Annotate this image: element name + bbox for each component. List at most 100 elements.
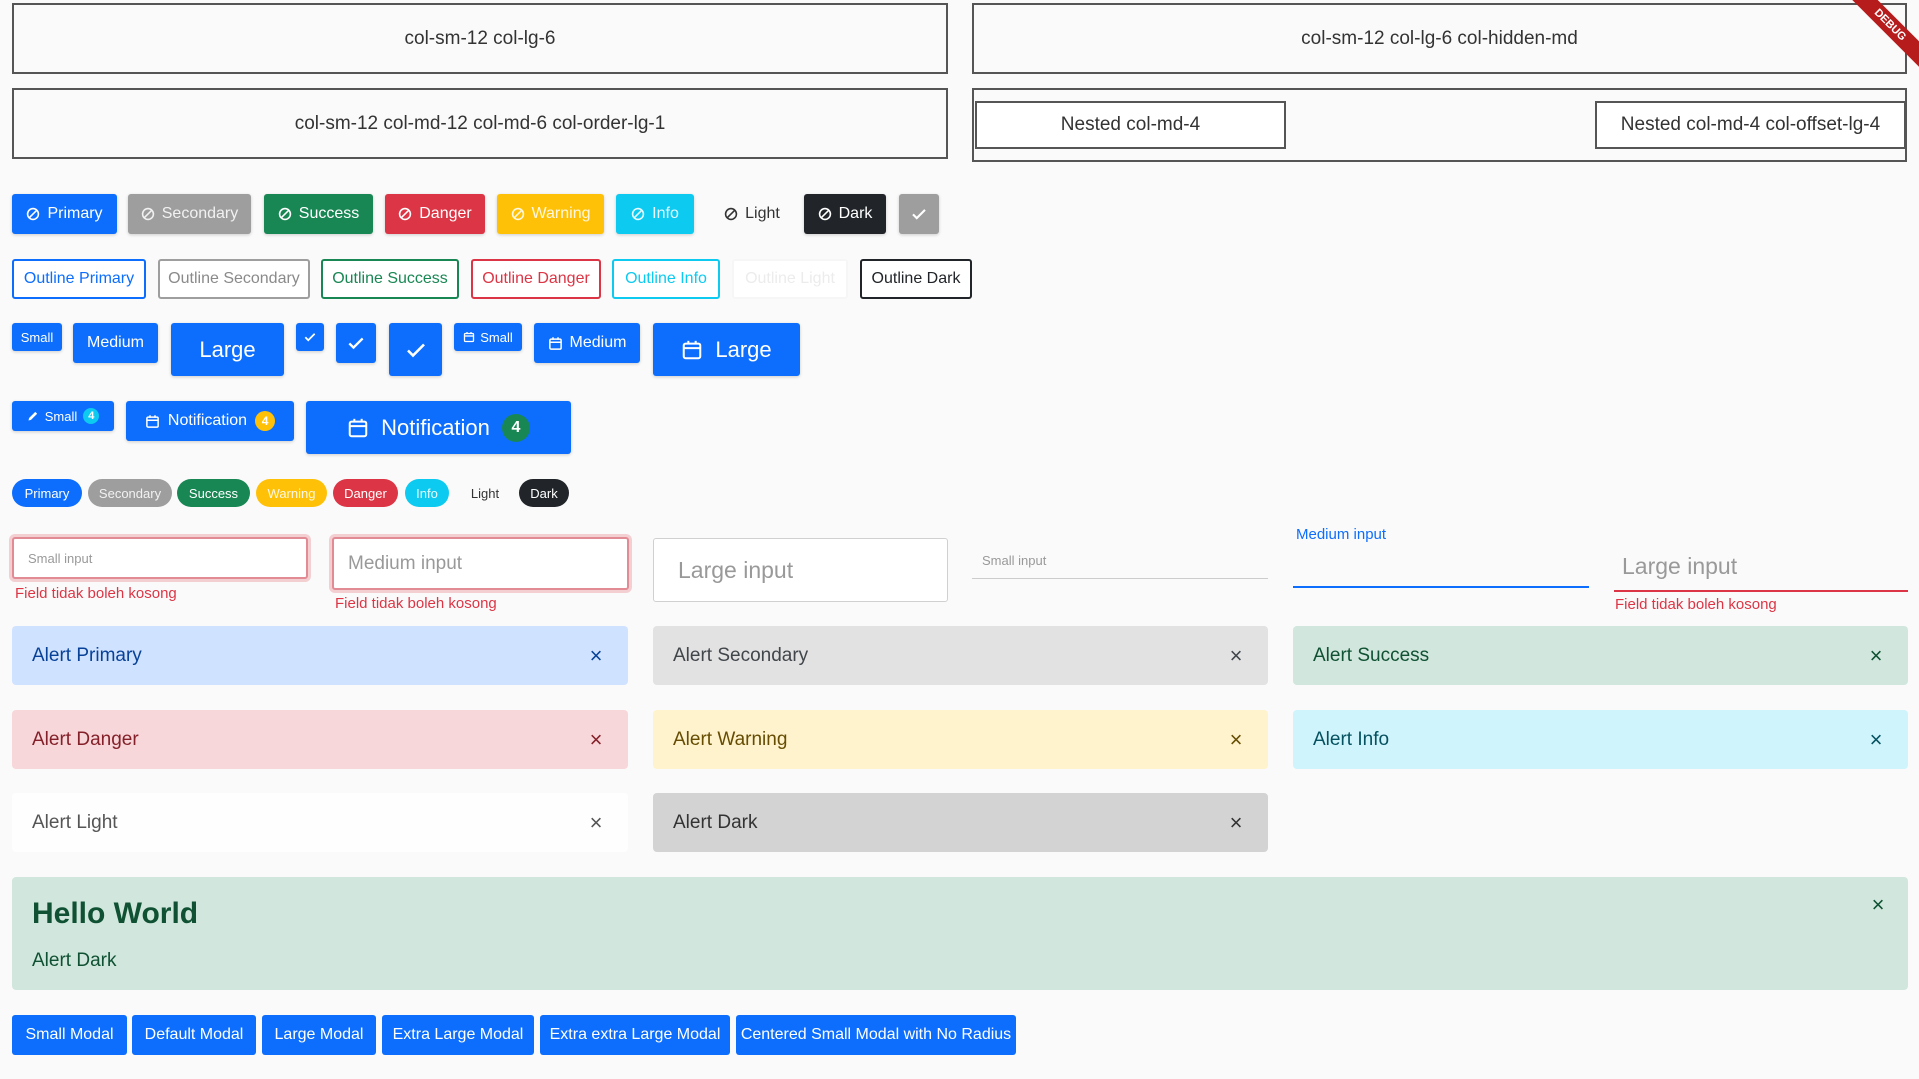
small-calendar-button-label: Small (480, 329, 513, 345)
block-icon (27, 207, 40, 221)
danger-button[interactable]: Danger (385, 194, 485, 234)
grid-box-col-lg-6: col-sm-12 col-lg-6 (12, 3, 948, 74)
large-calendar-button-label: Large (715, 336, 772, 362)
debug-banner: DEBUG (1839, 0, 1919, 80)
light-button[interactable]: Light (710, 194, 794, 234)
badge-info[interactable]: Info (405, 479, 449, 507)
grid-box-col-order-lg-1: col-sm-12 col-md-12 col-md-6 col-order-l… (12, 88, 948, 159)
pencil-icon (28, 411, 37, 421)
medium-notification-label: Notification (167, 412, 248, 429)
badge-danger[interactable]: Danger (333, 479, 398, 507)
success-button[interactable]: Success (264, 194, 373, 234)
medium-button[interactable]: Medium (73, 323, 158, 363)
medium-notification-button[interactable]: Notification 4 (126, 401, 294, 441)
extra-extra-large-modal-button[interactable]: Extra extra Large Modal (540, 1015, 730, 1055)
check-icon (406, 343, 425, 357)
info-button[interactable]: Info (616, 194, 694, 234)
outline-danger-button[interactable]: Outline Danger (471, 259, 601, 299)
grid-box-label: col-sm-12 col-lg-6 (404, 27, 556, 49)
large-check-button[interactable] (389, 323, 442, 376)
default-modal-button[interactable]: Default Modal (132, 1015, 256, 1055)
close-icon[interactable]: × (1864, 643, 1888, 668)
small-button[interactable]: Small (12, 323, 62, 351)
badge-warning[interactable]: Warning (256, 479, 327, 507)
block-icon (399, 207, 412, 221)
outline-dark-button[interactable]: Outline Dark (860, 259, 972, 299)
large-modal-button[interactable]: Large Modal (262, 1015, 376, 1055)
notification-count-badge: 4 (83, 408, 100, 424)
close-icon[interactable]: × (1224, 643, 1248, 668)
badge-secondary[interactable]: Secondary (88, 479, 172, 507)
medium-input-error: Field tidak boleh kosong (335, 595, 497, 612)
alert-info-text: Alert Info (1313, 728, 1390, 750)
small-check-button[interactable] (296, 323, 324, 351)
close-icon[interactable]: × (584, 810, 608, 835)
medium-input-field[interactable] (332, 537, 629, 590)
close-icon[interactable]: × (1866, 892, 1890, 917)
close-icon[interactable]: × (584, 727, 608, 752)
outline-info-button[interactable]: Outline Info (612, 259, 720, 299)
small-modal-button[interactable]: Small Modal (12, 1015, 127, 1055)
outline-light-button[interactable]: Outline Light (732, 259, 848, 299)
large-underline-input[interactable] (1614, 542, 1908, 592)
secondary-check-button[interactable] (899, 194, 939, 234)
close-icon[interactable]: × (1224, 727, 1248, 752)
alert-heading: Hello World (32, 897, 199, 930)
large-input-error: Field tidak boleh kosong (1615, 596, 1777, 613)
centered-small-modal-button[interactable]: Centered Small Modal with No Radius (736, 1015, 1016, 1055)
large-calendar-button[interactable]: Large (653, 323, 800, 376)
close-icon[interactable]: × (1224, 810, 1248, 835)
alert-secondary-text: Alert Secondary (673, 644, 809, 666)
grid-box-col-hidden-md: col-sm-12 col-lg-6 col-hidden-md (972, 3, 1907, 74)
secondary-button[interactable]: Secondary (128, 194, 251, 234)
badge-primary[interactable]: Primary (12, 479, 82, 507)
grid-box-label: col-sm-12 col-lg-6 col-hidden-md (1301, 27, 1578, 49)
dark-button[interactable]: Dark (804, 194, 886, 234)
small-input-error: Field tidak boleh kosong (15, 585, 177, 602)
extra-large-modal-button[interactable]: Extra Large Modal (382, 1015, 534, 1055)
large-notification-button[interactable]: Notification 4 (306, 401, 571, 454)
calendar-icon (683, 340, 702, 359)
calendar-icon (464, 332, 475, 343)
outline-secondary-button[interactable]: Outline Secondary (158, 259, 310, 299)
badge-dark[interactable]: Dark (519, 479, 569, 507)
alert-warning: Alert Warning × (653, 710, 1268, 769)
alert-success-text: Alert Success (1313, 644, 1430, 666)
alert-primary: Alert Primary × (12, 626, 628, 685)
notification-count-badge: 4 (255, 411, 276, 431)
grid-box-label: col-sm-12 col-md-12 col-md-6 col-order-l… (294, 112, 666, 134)
medium-calendar-button[interactable]: Medium (534, 323, 640, 363)
block-icon (631, 207, 645, 221)
small-notification-label: Small (44, 408, 78, 424)
warning-button[interactable]: Warning (497, 194, 604, 234)
debug-banner-label: DEBUG (1844, 0, 1919, 71)
nested-box-col-offset-lg-4: Nested col-md-4 col-offset-lg-4 (1595, 101, 1906, 149)
badge-success[interactable]: Success (177, 479, 250, 507)
alert-info: Alert Info × (1293, 710, 1908, 769)
close-icon[interactable]: × (1864, 727, 1888, 752)
outline-primary-button[interactable]: Outline Primary (12, 259, 146, 299)
success-button-label: Success (298, 205, 360, 222)
large-button[interactable]: Large (171, 323, 284, 376)
small-notification-button[interactable]: Small 4 (12, 401, 114, 431)
light-button-label: Light (745, 205, 780, 222)
medium-calendar-button-label: Medium (569, 334, 627, 351)
small-underline-input[interactable] (972, 543, 1268, 579)
warning-button-label: Warning (531, 205, 591, 222)
alert-dark: Alert Dark × (653, 793, 1268, 852)
small-input-field[interactable] (12, 537, 308, 579)
medium-check-button[interactable] (336, 323, 376, 363)
medium-underline-input[interactable] (1293, 548, 1589, 588)
large-input-field[interactable] (653, 538, 948, 602)
alert-body: Alert Dark (32, 950, 117, 971)
close-icon[interactable]: × (584, 643, 608, 668)
badge-light[interactable]: Light (455, 479, 515, 507)
alert-secondary: Alert Secondary × (653, 626, 1268, 685)
nested-box-col-md-4: Nested col-md-4 (975, 101, 1286, 149)
check-icon (304, 333, 316, 342)
alert-dark-text: Alert Dark (673, 811, 758, 833)
primary-button[interactable]: Primary (12, 194, 117, 234)
outline-success-button[interactable]: Outline Success (321, 259, 459, 299)
block-icon (141, 207, 154, 221)
small-calendar-button[interactable]: Small (454, 323, 522, 351)
